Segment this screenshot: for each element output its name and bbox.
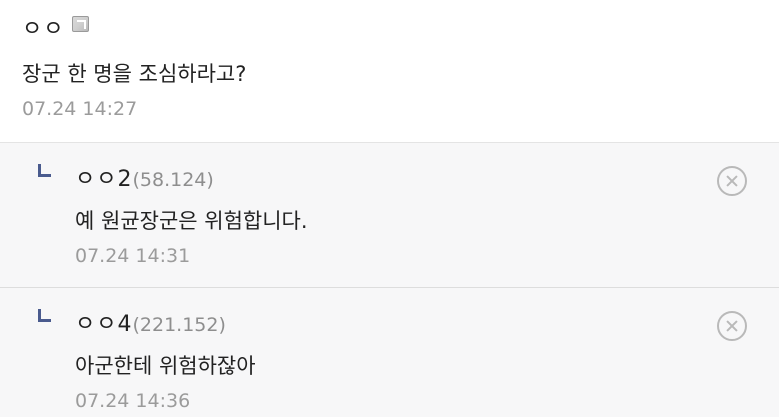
reply-arrow-icon: [38, 309, 51, 322]
reply-ip: (221.152): [132, 314, 226, 336]
reply-header: ㅇㅇ4 (221.152): [75, 306, 226, 338]
reply-timestamp: 07.24 14:36: [75, 390, 191, 412]
comment-thread: ㅇㅇ 장군 한 명을 조심하라고? 07.24 14:27 ㅇㅇ2 (58.12…: [0, 0, 779, 417]
delete-circle-x-icon[interactable]: [717, 166, 747, 196]
main-comment-header: ㅇㅇ: [22, 11, 90, 43]
reply-text: 아군한테 위험하잖아: [75, 354, 256, 378]
reply-ip: (58.124): [132, 169, 214, 191]
reply-nickname[interactable]: ㅇㅇ2: [75, 161, 132, 193]
reply-arrow-icon: [38, 164, 51, 177]
reply-item: ㅇㅇ2 (58.124) 예 원균장군은 위험합니다. 07.24 14:31: [0, 143, 779, 288]
main-comment: ㅇㅇ 장군 한 명을 조심하라고? 07.24 14:27: [0, 0, 779, 143]
reply-header: ㅇㅇ2 (58.124): [75, 161, 214, 193]
main-comment-timestamp: 07.24 14:27: [22, 98, 138, 120]
reply-text: 예 원균장군은 위험합니다.: [75, 209, 308, 233]
reply-nickname[interactable]: ㅇㅇ4: [75, 306, 132, 338]
main-comment-nickname[interactable]: ㅇㅇ: [22, 11, 64, 43]
main-comment-text: 장군 한 명을 조심하라고?: [22, 62, 247, 86]
reply-item: ㅇㅇ4 (221.152) 아군한테 위험하잖아 07.24 14:36: [0, 288, 779, 417]
fixed-nick-badge-icon: [72, 16, 90, 32]
reply-timestamp: 07.24 14:31: [75, 245, 191, 267]
delete-circle-x-icon[interactable]: [717, 311, 747, 341]
